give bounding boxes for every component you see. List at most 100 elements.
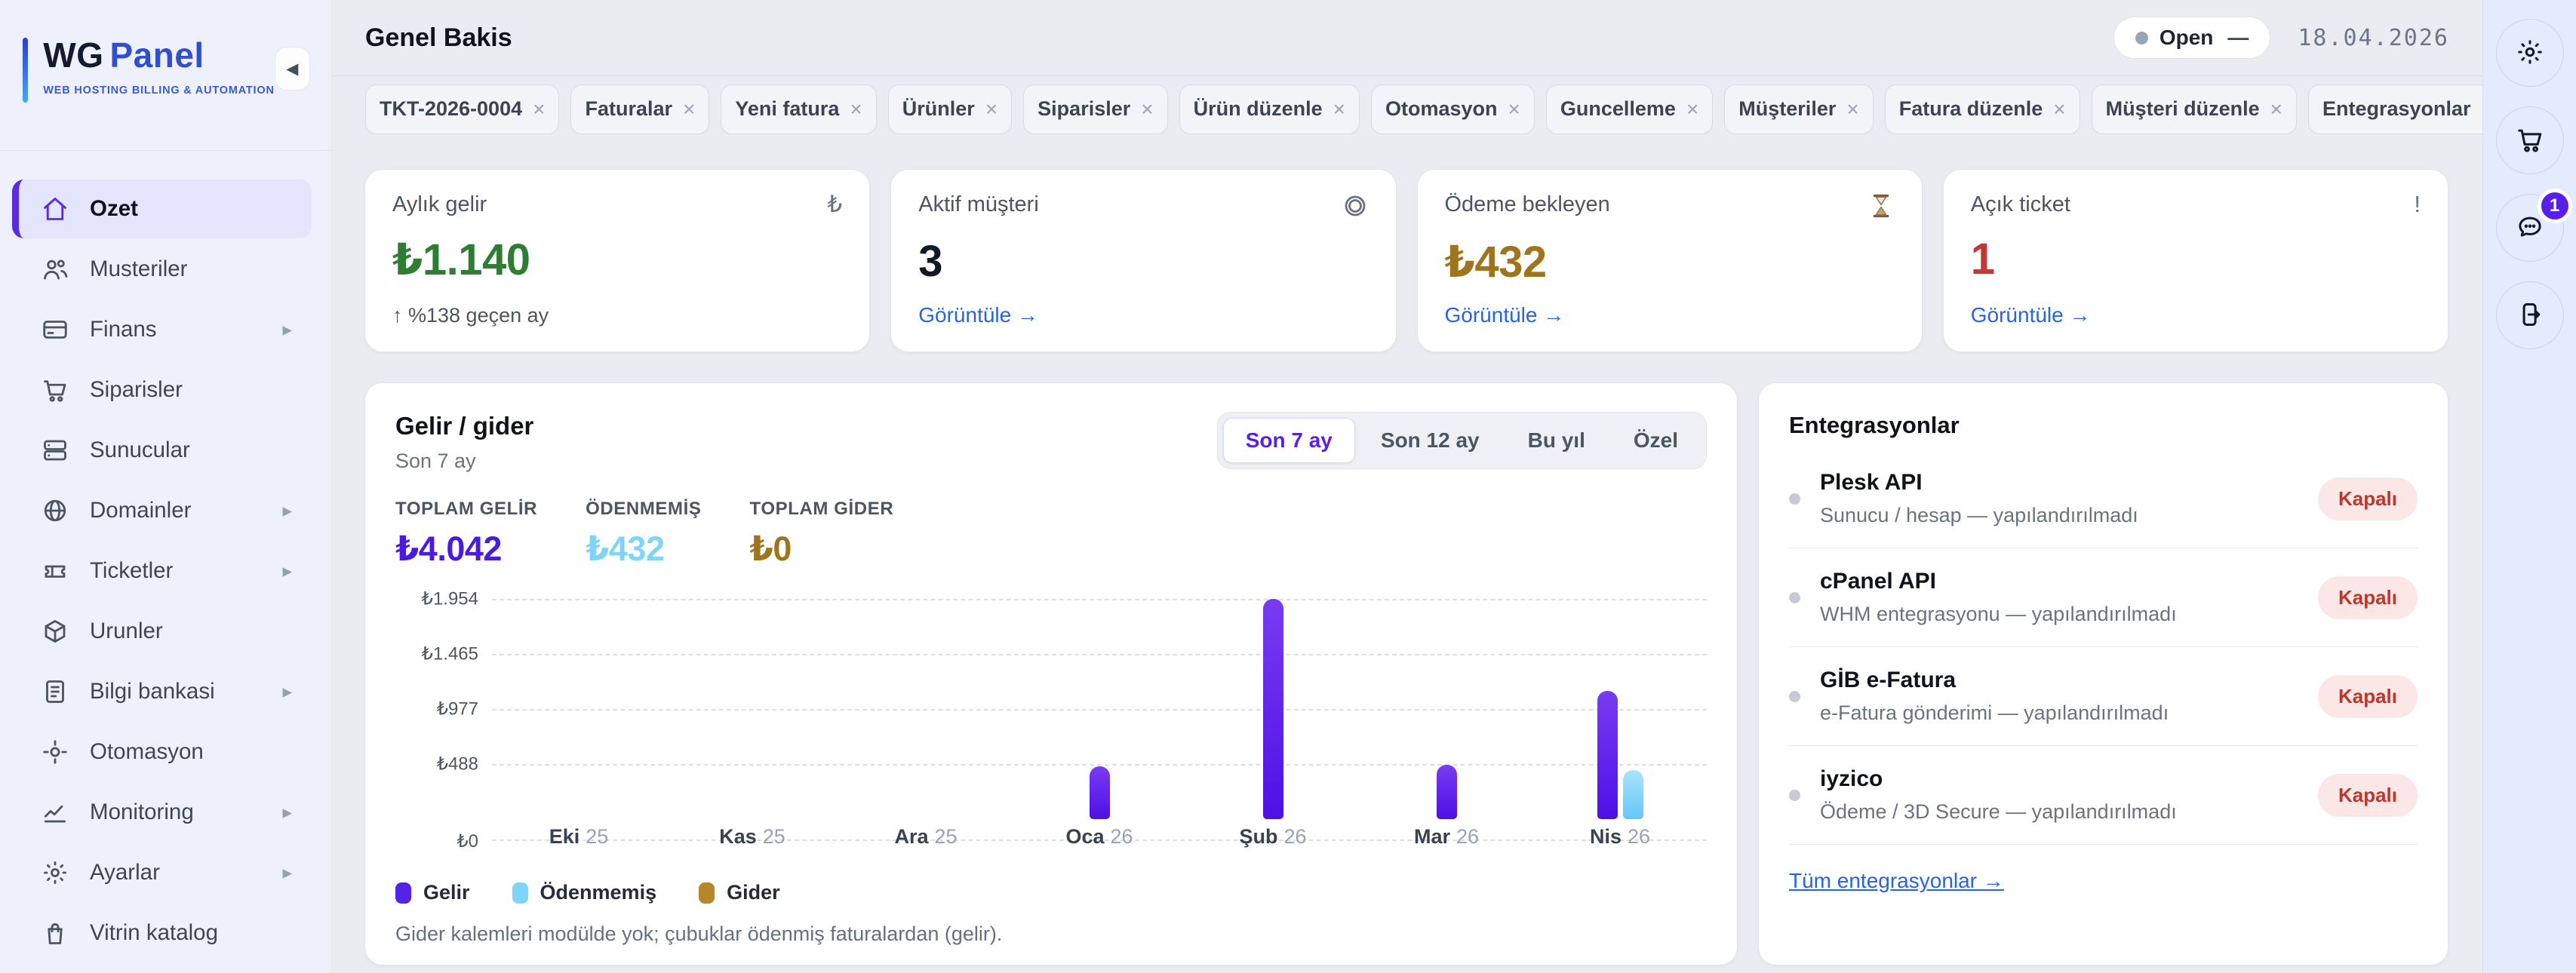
sidebar-item-label: Sunucular [90, 437, 190, 463]
logout-icon [2516, 300, 2544, 331]
bar-group-nis-26 [1533, 599, 1707, 819]
chevron-right-icon: ▸ [282, 801, 292, 824]
tab-guncelleme[interactable]: Guncelleme× [1546, 84, 1713, 134]
sidebar-item-ayarlar[interactable]: Ayarlar▸ [12, 843, 312, 902]
rail-button-cart[interactable] [2496, 106, 2564, 174]
rail-button-sun[interactable] [2496, 19, 2564, 87]
integration-row-plesk-api: Plesk APISunucu / hesap — yapılandırılma… [1789, 450, 2418, 548]
integration-name: iyzico [1820, 766, 2177, 792]
sidebar-item-label: Finans [90, 317, 157, 342]
y-tick-zero: ₺0 [395, 830, 478, 852]
integration-name: GİB e-Fatura [1820, 668, 2169, 693]
x-tick-mar-26: Mar26 [1360, 825, 1533, 849]
x-tick-labels: Eki25Kas25Ara25Oca26Şub26Mar26Nis26 [492, 825, 1707, 849]
range-option-zel[interactable]: Özel [1611, 418, 1701, 463]
sidebar-item-siparisler[interactable]: Siparisler [12, 361, 312, 419]
file-text-icon [41, 678, 69, 705]
sidebar-item-otomasyon[interactable]: Otomasyon [12, 723, 312, 781]
chart-card: Gelir / gider Son 7 ay Son 7 aySon 12 ay… [364, 382, 1738, 965]
range-option-bu-y-l[interactable]: Bu yıl [1505, 418, 1608, 463]
sun-icon [2516, 38, 2544, 69]
range-option-son-7-ay[interactable]: Son 7 ay [1223, 418, 1355, 463]
goruntule-link[interactable]: Görüntüle → [1971, 303, 2421, 327]
sidebar-item-urunler[interactable]: Urunler [12, 602, 312, 661]
integrations-card: Entegrasyonlar Plesk APISunucu / hesap —… [1758, 382, 2448, 965]
sidebar-menu: OzetMusterilerFinans▸SiparislerSunucular… [0, 151, 331, 962]
close-icon[interactable]: × [985, 97, 998, 121]
tab-label: Müşteri düzenle [2106, 97, 2260, 121]
tab-label: Siparisler [1037, 97, 1130, 121]
sidebar-item-sunucular[interactable]: Sunucular [12, 421, 312, 480]
close-icon[interactable]: × [533, 97, 545, 121]
stat-card-a-k-ticket: Açık ticket!1Görüntüle → [1943, 169, 2448, 352]
sidebar-item-ozet[interactable]: Ozet [12, 180, 312, 238]
close-icon[interactable]: × [1141, 97, 1153, 121]
sidebar-item-vitrin-katalog[interactable]: Vitrin katalog [12, 904, 312, 962]
tab-tkt-2026-0004[interactable]: TKT-2026-0004× [365, 84, 559, 134]
integration-description: Ödeme / 3D Secure — yapılandırılmadı [1820, 800, 2177, 824]
rail-button-chat-bubble[interactable]: 1 [2496, 194, 2564, 262]
sidebar-item-label: Monitoring [90, 800, 194, 825]
sidebar: WGPanel WEB HOSTING BILLING & AUTOMATION… [0, 0, 332, 973]
sidebar-item-finans[interactable]: Finans▸ [12, 300, 312, 359]
tab-entegrasyonlar[interactable]: Entegrasyonlar× [2308, 84, 2482, 134]
status-badge: Kapalı [2318, 576, 2418, 619]
sidebar-item-label: Bilgi bankasi [90, 679, 215, 704]
chart-legend: GelirÖdenmemişGider [395, 881, 1707, 904]
all-integrations-link[interactable]: Tüm entegrasyonlar → [1789, 869, 2004, 893]
tab-m-teri-d-zenle[interactable]: Müşteri düzenle × [2092, 84, 2297, 134]
tab-otomasyon[interactable]: Otomasyon× [1371, 84, 1535, 134]
chevron-right-icon: ▸ [282, 560, 292, 582]
summary-label: TOPLAM GELİR [395, 499, 537, 520]
chart-footnote: Gider kalemleri modülde yok; çubuklar öd… [395, 922, 1707, 946]
integration-row-iyzico: iyzico Ödeme / 3D Secure — yapılandırılma… [1789, 746, 2418, 845]
chevron-right-icon: ▸ [282, 861, 292, 884]
close-icon[interactable]: × [2053, 97, 2065, 121]
chart-title: Gelir / gider [395, 412, 533, 440]
stat-title: Aktif müşteri [918, 192, 1039, 217]
close-icon[interactable]: × [2270, 97, 2282, 121]
range-option-son-12-ay[interactable]: Son 12 ay [1358, 418, 1502, 463]
close-icon[interactable]: × [1846, 97, 1858, 121]
status-pill[interactable]: Open — [2113, 17, 2271, 59]
tab-faturalar[interactable]: Faturalar × [570, 84, 709, 134]
tab-r-n-d-zenle[interactable]: Ürün düzenle × [1179, 84, 1360, 134]
exclamation-icon: ! [2414, 192, 2421, 216]
close-icon[interactable]: × [1508, 97, 1520, 121]
chart-header: Gelir / gider Son 7 ay Son 7 aySon 12 ay… [395, 412, 1707, 473]
tab-fatura-d-zenle[interactable]: Fatura düzenle× [1885, 84, 2080, 134]
close-icon[interactable]: × [1686, 97, 1698, 121]
status-dot-icon [1789, 592, 1800, 603]
sidebar-collapse-button[interactable]: ◀ [275, 47, 310, 91]
bar-denmemi-nis-26 [1623, 770, 1643, 819]
chat-bubble-icon [2516, 213, 2544, 244]
legend-swatch [512, 882, 528, 904]
summary-label: ÖDENMEMİŞ [586, 499, 701, 520]
tab-r-nler[interactable]: Ürünler× [888, 84, 1012, 134]
close-icon[interactable]: × [850, 97, 862, 121]
lira-icon: ₺ [828, 192, 843, 216]
chevron-right-icon: ▸ [282, 499, 292, 522]
tab-label: Faturalar [585, 97, 672, 121]
close-icon[interactable]: × [1333, 97, 1345, 121]
goruntule-link[interactable]: Görüntüle → [1445, 303, 1895, 327]
main-column: Genel Bakis Open — 18.04.2026 TKT-2026-0… [332, 0, 2482, 973]
sidebar-item-ticketler[interactable]: Ticketler▸ [12, 542, 312, 600]
integration-description: Sunucu / hesap — yapılandırılmadı [1820, 504, 2138, 527]
x-tick-eki-25: Eki25 [492, 825, 666, 849]
goruntule-link[interactable]: Görüntüle → [918, 303, 1368, 327]
rail-button-logout[interactable] [2496, 281, 2564, 349]
tab-yeni-fatura[interactable]: Yeni fatura × [721, 84, 876, 134]
tab-label: Ürün düzenle [1194, 97, 1323, 121]
sidebar-item-bilgi-bankasi[interactable]: Bilgi bankasi▸ [12, 662, 312, 721]
tab-label: Yeni fatura [735, 97, 839, 121]
sidebar-item-monitoring[interactable]: Monitoring ▸ [12, 783, 312, 842]
sidebar-item-musteriler[interactable]: Musteriler [12, 240, 312, 299]
close-icon[interactable]: × [683, 97, 695, 121]
tab-siparisler[interactable]: Siparisler × [1023, 84, 1167, 134]
sidebar-item-domainler[interactable]: Domainler▸ [12, 481, 312, 540]
tab-m-teriler[interactable]: Müşteriler× [1724, 84, 1873, 134]
legend-label: Ödenmemiş [540, 881, 657, 904]
stat-title: Ödeme bekleyen [1445, 192, 1610, 217]
minus-icon: — [2227, 26, 2249, 50]
